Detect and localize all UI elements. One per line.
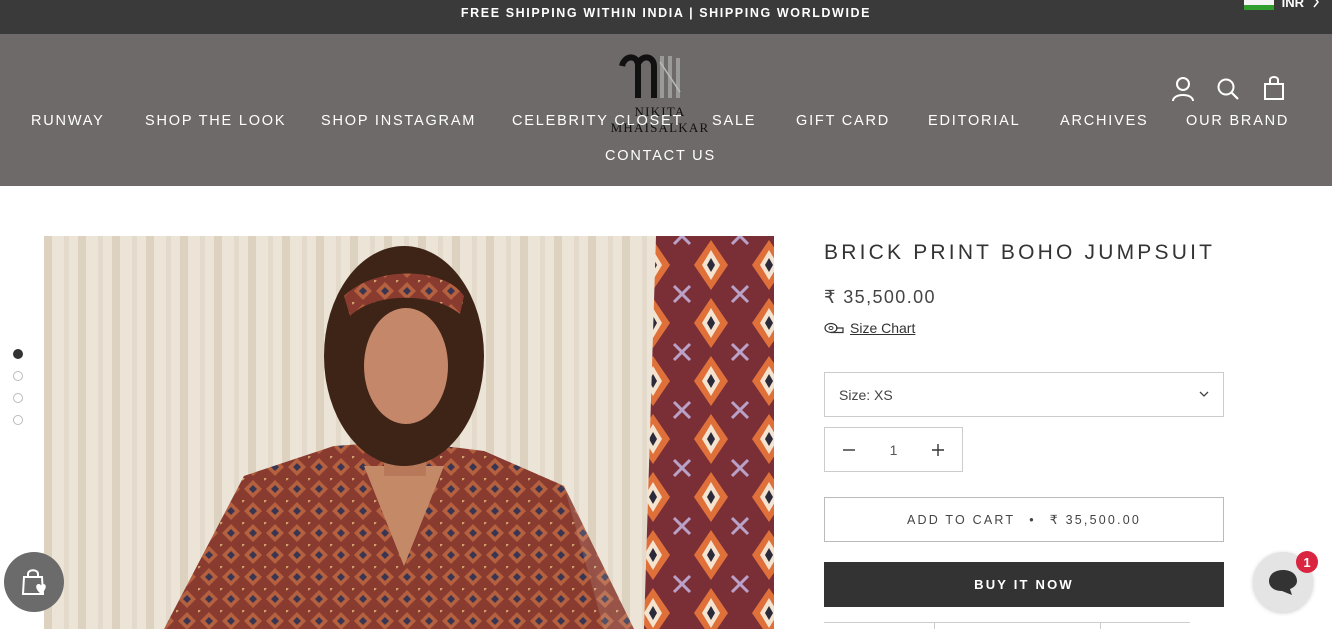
search-icon[interactable] xyxy=(1216,76,1240,102)
logo-mark-icon xyxy=(619,54,681,98)
nav-shop-the-look[interactable]: SHOP THE LOOK xyxy=(145,113,286,129)
size-select-value: Size: XS xyxy=(839,386,893,403)
currency-code: INR xyxy=(1281,0,1304,10)
buy-it-now-label: BUY IT NOW xyxy=(974,577,1074,592)
product-title: BRICK PRINT BOHO JUMPSUIT xyxy=(824,241,1216,264)
chevron-down-icon xyxy=(1199,391,1209,397)
size-chart-link[interactable]: Size Chart xyxy=(824,320,915,336)
chevron-right-icon xyxy=(1313,0,1319,8)
product-image[interactable] xyxy=(44,236,774,629)
product-photo xyxy=(44,236,774,629)
nav-editorial[interactable]: EDITORIAL xyxy=(928,113,1020,129)
shopping-bag-icon[interactable] xyxy=(1262,75,1286,101)
add-to-cart-button[interactable]: ADD TO CART • ₹ 35,500.00 xyxy=(824,497,1224,542)
chat-bubble-icon xyxy=(1269,570,1297,595)
plus-icon[interactable] xyxy=(931,443,944,456)
buy-it-now-button[interactable]: BUY IT NOW xyxy=(824,562,1224,607)
minus-icon[interactable] xyxy=(843,444,855,456)
announcement-bar: FREE SHIPPING WITHIN INDIA | SHIPPING WO… xyxy=(0,0,1332,34)
nav-archives[interactable]: ARCHIVES xyxy=(1060,113,1149,129)
gallery-dot[interactable] xyxy=(13,415,23,425)
quantity-value[interactable]: 1 xyxy=(890,442,898,458)
size-select[interactable]: Size: XS xyxy=(824,372,1224,417)
nav-celebrity-closet[interactable]: CELEBRITY CLOSET xyxy=(512,113,683,129)
brand-logo[interactable]: NIKITA MHAISALKAR xyxy=(590,52,730,135)
measuring-tape-icon xyxy=(824,322,844,334)
india-flag-icon xyxy=(1243,0,1274,10)
size-chart-label[interactable]: Size Chart xyxy=(850,320,915,336)
gallery-pagination xyxy=(13,349,23,437)
site-header: NIKITA MHAISALKAR RUNWAY SHOP THE LOOK S… xyxy=(0,34,1332,186)
wishlist-button[interactable] xyxy=(4,552,64,612)
gallery-dot[interactable] xyxy=(13,393,23,403)
nav-our-brand[interactable]: OUR BRAND xyxy=(1186,113,1289,129)
add-to-cart-price: ₹ 35,500.00 xyxy=(1049,513,1142,527)
tab-divider xyxy=(934,623,935,629)
gallery-dot[interactable] xyxy=(13,349,23,359)
chat-notification-badge: 1 xyxy=(1296,551,1318,573)
nav-runway[interactable]: RUNWAY xyxy=(31,113,105,129)
tab-divider xyxy=(1100,623,1101,629)
quantity-stepper: 1 xyxy=(824,427,963,472)
gallery-dot[interactable] xyxy=(13,371,23,381)
account-icon[interactable] xyxy=(1171,76,1195,102)
currency-selector[interactable]: INR xyxy=(1243,0,1320,10)
nav-shop-instagram[interactable]: SHOP INSTAGRAM xyxy=(321,113,476,129)
nav-gift-card[interactable]: GIFT CARD xyxy=(796,113,890,129)
announcement-text: FREE SHIPPING WITHIN INDIA | SHIPPING WO… xyxy=(460,6,872,20)
add-to-cart-label: ADD TO CART xyxy=(906,512,1016,527)
nav-sale[interactable]: SALE xyxy=(712,113,756,129)
product-tabs xyxy=(824,622,1190,629)
nav-contact-us[interactable]: CONTACT US xyxy=(605,148,716,164)
product-price: ₹ 35,500.00 xyxy=(824,287,936,307)
add-to-cart-separator: • xyxy=(1029,512,1036,527)
shopping-bag-heart-icon xyxy=(21,569,46,595)
